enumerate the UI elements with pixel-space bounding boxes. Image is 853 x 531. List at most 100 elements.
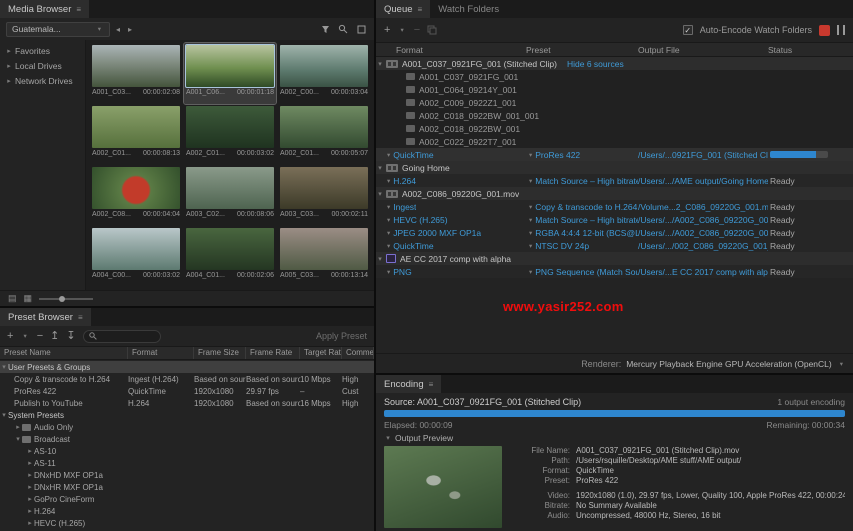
- output-file-link[interactable]: /Users/.../002_C086_09220G_001_2.mov: [638, 241, 768, 251]
- queue-output-row[interactable]: ▾JPEG 2000 MXF OP1a ▾RGBA 4:4:4 12-bit (…: [376, 226, 853, 239]
- preset-group-row[interactable]: ▾System Presets: [0, 409, 374, 421]
- queue-output-row[interactable]: ▾Ingest ▾Copy & transcode to H.264 /Volu…: [376, 200, 853, 213]
- list-view-icon[interactable]: ▤: [8, 293, 17, 304]
- preset-dropdown[interactable]: Match Source – High bitrate: [535, 176, 638, 186]
- preset-row[interactable]: ProRes 422 QuickTime 1920x1080 29.97 fps…: [0, 385, 374, 397]
- queue-output-row[interactable]: ▾HEVC (H.265) ▾Match Source – High bitra…: [376, 213, 853, 226]
- queue-job-row[interactable]: ▾ AE CC 2017 comp with alpha: [376, 252, 853, 265]
- queue-source-row[interactable]: A001_C037_0921FG_001: [376, 70, 853, 83]
- remove-icon[interactable]: −: [414, 25, 420, 36]
- preset-dropdown[interactable]: Copy & transcode to H.264: [535, 202, 637, 212]
- disclosure-icon[interactable]: ▸: [5, 62, 13, 70]
- disclosure-icon[interactable]: ▸: [5, 77, 13, 85]
- forward-icon[interactable]: ▸: [126, 25, 134, 34]
- format-dropdown[interactable]: H.264: [393, 176, 416, 186]
- chevron-down-icon[interactable]: ▾: [529, 203, 532, 211]
- output-file-link[interactable]: /Volume...2_C086_09220G_001.mov: [638, 202, 768, 212]
- disclosure-icon[interactable]: ▾: [376, 190, 384, 198]
- apply-preset-button[interactable]: Apply Preset: [316, 331, 367, 341]
- queue-source-row[interactable]: A002_C018_0922BW_001_001: [376, 109, 853, 122]
- grid-view-icon[interactable]: ▦: [24, 293, 33, 304]
- media-clip-cell[interactable]: A003_C02...00:00:08:06: [184, 165, 276, 226]
- media-clip-cell[interactable]: A002_C08...00:00:04:04: [90, 165, 182, 226]
- queue-output-row[interactable]: ▾PNG ▾PNG Sequence (Match Source) /Users…: [376, 265, 853, 278]
- media-source-dropdown[interactable]: Guatemala... ▾: [6, 22, 110, 37]
- preset-subfolder-row[interactable]: ▸AS-11: [0, 457, 374, 469]
- disclosure-icon[interactable]: ▸: [26, 483, 34, 491]
- import-preset-icon[interactable]: ↥: [50, 331, 59, 342]
- back-icon[interactable]: ◂: [114, 25, 122, 34]
- stop-queue-icon[interactable]: [819, 25, 830, 36]
- media-clip-cell[interactable]: A002_C01...00:00:03:02: [184, 104, 276, 165]
- preset-subfolder-row[interactable]: ▸H.264: [0, 505, 374, 517]
- output-file-link[interactable]: /Users/.../AME output/Going Home.mp4: [638, 176, 768, 186]
- chevron-down-icon[interactable]: ▾: [387, 151, 390, 159]
- column-header[interactable]: Target Rate: [300, 347, 342, 359]
- tree-item-network-drives[interactable]: ▸Network Drives: [0, 73, 85, 88]
- chevron-down-icon[interactable]: ▾: [387, 177, 390, 185]
- output-file-link[interactable]: /Users/...E CC 2017 comp with alpha.png: [638, 267, 768, 277]
- disclosure-icon[interactable]: ▸: [14, 423, 22, 431]
- queue-output-row[interactable]: ▾QuickTime ▾NTSC DV 24p /Users/.../002_C…: [376, 239, 853, 252]
- renderer-dropdown[interactable]: Mercury Playback Engine GPU Acceleration…: [626, 359, 846, 369]
- column-header[interactable]: Frame Size: [194, 347, 246, 359]
- chevron-down-icon[interactable]: ▾: [387, 242, 390, 250]
- preset-folder-row[interactable]: ▸Audio Only: [0, 421, 374, 433]
- tree-item-local-drives[interactable]: ▸Local Drives: [0, 58, 85, 73]
- column-header[interactable]: Status: [768, 45, 853, 55]
- auto-encode-checkbox[interactable]: ✓: [683, 25, 693, 35]
- format-dropdown[interactable]: JPEG 2000 MXF OP1a: [393, 228, 481, 238]
- tree-item-favorites[interactable]: ▸Favorites: [0, 43, 85, 58]
- view-options-icon[interactable]: [354, 22, 368, 36]
- add-preset-icon[interactable]: +: [7, 331, 13, 342]
- disclosure-icon[interactable]: ▸: [26, 507, 34, 515]
- output-preview-toggle[interactable]: ▾ Output Preview: [384, 433, 845, 443]
- chevron-down-icon[interactable]: ▾: [387, 203, 390, 211]
- output-file-link[interactable]: /Users/.../A002_C086_09220G_001.mxf: [638, 228, 768, 238]
- preset-subfolder-row[interactable]: ▸DNxHR MXF OP1a: [0, 481, 374, 493]
- add-source-icon[interactable]: +: [384, 25, 390, 36]
- column-header[interactable]: Frame Rate: [246, 347, 300, 359]
- format-dropdown[interactable]: HEVC (H.265): [393, 215, 447, 225]
- preset-dropdown[interactable]: Match Source – High bitrate: [535, 215, 638, 225]
- media-browser-tab[interactable]: Media Browser ≡: [0, 0, 89, 18]
- queue-source-row[interactable]: A002_C018_0922BW_001: [376, 122, 853, 135]
- queue-job-row[interactable]: ▾ A001_C037_0921FG_001 (Stitched Clip) H…: [376, 57, 853, 70]
- disclosure-icon[interactable]: ▾: [384, 434, 392, 442]
- format-dropdown[interactable]: QuickTime: [393, 241, 433, 251]
- disclosure-icon[interactable]: ▸: [26, 447, 34, 455]
- chevron-down-icon[interactable]: ▾: [400, 26, 403, 34]
- queue-job-row[interactable]: ▾ Going Home: [376, 161, 853, 174]
- column-header[interactable]: Output File: [638, 45, 768, 55]
- format-dropdown[interactable]: PNG: [393, 267, 411, 277]
- disclosure-icon[interactable]: ▾: [376, 164, 384, 172]
- chevron-down-icon[interactable]: ▾: [387, 216, 390, 224]
- preset-subfolder-row[interactable]: ▸AS-10: [0, 445, 374, 457]
- preset-folder-row[interactable]: ▾Broadcast: [0, 433, 374, 445]
- format-dropdown[interactable]: QuickTime: [393, 150, 433, 160]
- column-header[interactable]: Preset Name: [0, 347, 128, 359]
- tab-watch-folders[interactable]: Watch Folders: [430, 0, 507, 18]
- column-header[interactable]: Preset: [526, 45, 638, 55]
- panel-menu-icon[interactable]: ≡: [418, 5, 423, 14]
- preset-row[interactable]: Publish to YouTube H.264 1920x1080 Based…: [0, 397, 374, 409]
- disclosure-icon[interactable]: ▾: [376, 255, 384, 263]
- chevron-down-icon[interactable]: ▾: [529, 177, 532, 185]
- media-clip-cell[interactable]: A002_C00...00:00:03:04: [278, 43, 370, 104]
- queue-source-row[interactable]: A002_C009_0922Z1_001: [376, 96, 853, 109]
- filter-icon[interactable]: [318, 22, 332, 36]
- tab-queue[interactable]: Queue ≡: [376, 0, 430, 18]
- chevron-down-icon[interactable]: ▾: [529, 151, 532, 159]
- chevron-down-icon[interactable]: ▾: [529, 216, 532, 224]
- preset-subfolder-row[interactable]: ▸DNxHD MXF OP1a: [0, 469, 374, 481]
- column-header[interactable]: Comment: [342, 347, 374, 359]
- disclosure-icon[interactable]: ▸: [26, 471, 34, 479]
- thumbnail-zoom-slider[interactable]: [39, 298, 93, 300]
- disclosure-icon[interactable]: ▸: [26, 519, 34, 527]
- preset-search-input[interactable]: [83, 330, 161, 343]
- hide-sources-link[interactable]: Hide 6 sources: [567, 59, 624, 69]
- slider-knob[interactable]: [59, 296, 65, 302]
- preset-dropdown[interactable]: ProRes 422: [535, 150, 580, 160]
- disclosure-icon[interactable]: ▾: [14, 435, 22, 443]
- chevron-down-icon[interactable]: ▾: [529, 268, 532, 276]
